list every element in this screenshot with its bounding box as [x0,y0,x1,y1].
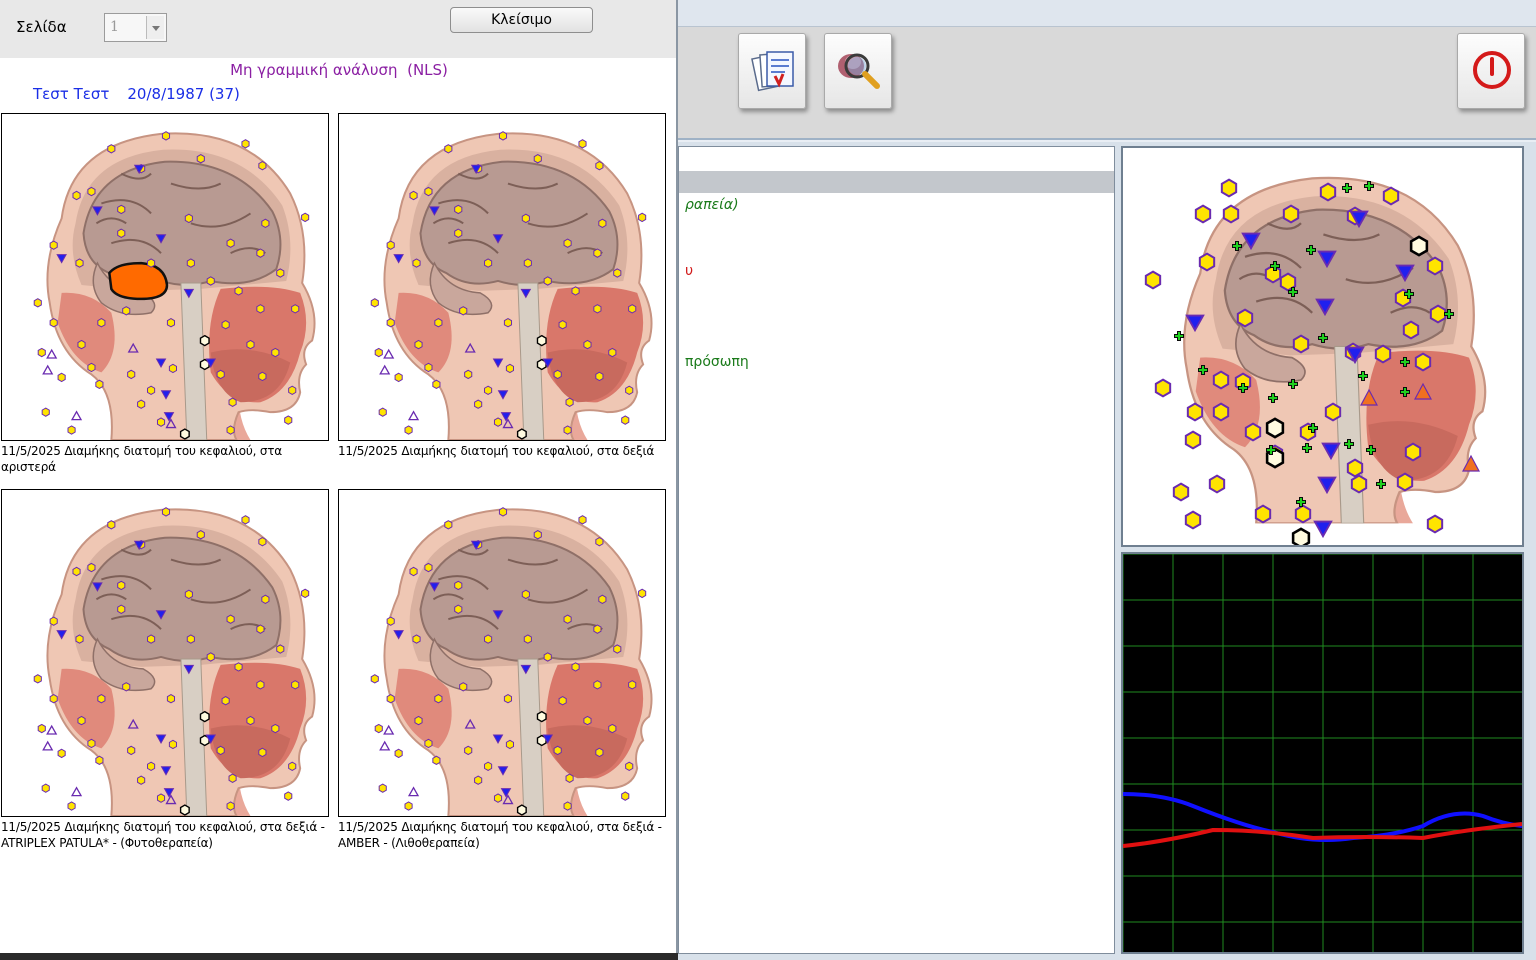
text-line-red: υ [685,263,694,279]
main-window-titlebar [678,0,1536,27]
dialog-header: Σελίδα 1 Κλείσιμο [0,0,676,58]
search-button[interactable] [824,33,892,109]
report-title: Μη γραμμική ανάλυση (NLS) [230,61,448,79]
head-thumbnail-left[interactable] [1,113,329,441]
close-button[interactable]: Κλείσιμο [450,7,593,33]
power-icon [1473,51,1511,89]
head-anatomy-image [33,131,316,440]
page-select-value: 1 [110,19,119,35]
graph-grid [1123,554,1522,952]
page-select[interactable]: 1 [104,13,167,42]
main-toolbar [678,27,1536,140]
report-dialog: Σελίδα 1 Κλείσιμο Μη γραμμική ανάλυση (N… [0,0,678,960]
patient-info: Τεστ Τεστ 20/8/1987 (37) [33,85,240,103]
thumbnail-caption: 11/5/2025 Διαμήκης διατομή του κεφαλιού,… [338,444,655,458]
signal-graph-canvas [1123,554,1522,952]
signal-graph [1121,552,1524,954]
text-line-therapy: ραπεία) [685,197,739,213]
report-button[interactable] [738,33,806,109]
thumbnail-caption: 11/5/2025 Διαμήκης διατομή του κεφαλιού,… [1,820,325,850]
power-button[interactable] [1457,33,1525,109]
head-anatomy-image [1144,176,1487,545]
text-line-face: πρόσωπη [685,354,749,370]
analysis-text-pane[interactable]: ραπεία) υ πρόσωπη [678,146,1115,954]
app-root: ραπεία) υ πρόσωπη Σελίδα 1 Κλείσιμο Μη γ… [0,0,1536,960]
head-thumbnail-amber[interactable] [338,489,666,817]
head-anatomy-image [370,507,653,816]
head-thumbnail-right[interactable] [338,113,666,441]
magnifier-icon [838,53,880,89]
thumbnail-caption: 11/5/2025 Διαμήκης διατομή του κεφαλιού,… [338,820,662,850]
patient-name: Τεστ Τεστ [33,85,110,103]
head-anatomy-image [33,507,316,816]
head-thumbnail-atriplex[interactable] [1,489,329,817]
report-icon [751,51,794,92]
chevron-down-icon[interactable] [146,16,164,39]
thumbnail-caption: 11/5/2025 Διαμήκης διατομή του κεφαλιού,… [1,444,282,474]
patient-birthdate: 20/8/1987 (37) [127,85,240,103]
head-anatomy-image [370,131,653,440]
head-model-view[interactable] [1121,146,1524,547]
page-label: Σελίδα [16,18,67,36]
taskbar-edge [0,953,678,960]
text-pane-selection-bar [679,171,1114,193]
